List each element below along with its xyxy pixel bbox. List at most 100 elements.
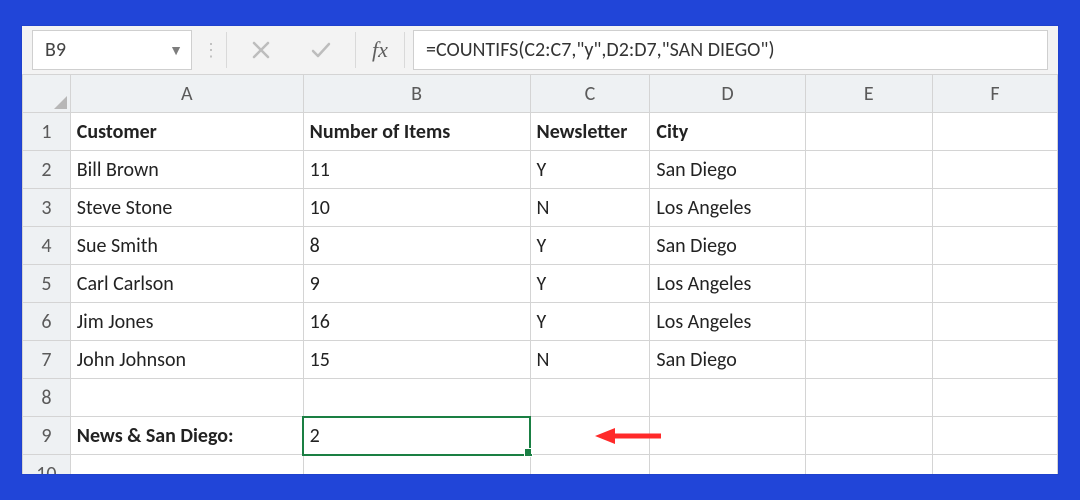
cell[interactable]: Y	[530, 265, 650, 303]
cell[interactable]	[932, 379, 1057, 417]
cell[interactable]	[932, 341, 1057, 379]
cell[interactable]	[805, 265, 932, 303]
cell-value: John Johnson	[77, 348, 186, 372]
cell[interactable]: Y	[530, 303, 650, 341]
name-box[interactable]: B9 ▼	[32, 30, 192, 70]
column-header-f[interactable]: F	[932, 75, 1057, 113]
x-icon	[249, 38, 273, 62]
cell-value: San Diego	[656, 348, 736, 372]
cell[interactable]: 2	[303, 417, 530, 455]
cell-value: Y	[537, 234, 547, 258]
cell[interactable]	[932, 455, 1057, 475]
cell[interactable]: Steve Stone	[70, 189, 303, 227]
cell[interactable]: Y	[530, 227, 650, 265]
cell[interactable]	[650, 417, 805, 455]
row-header[interactable]: 9	[23, 417, 71, 455]
cell[interactable]: San Diego	[650, 341, 805, 379]
chevron-down-icon[interactable]: ▼	[169, 42, 183, 59]
cell[interactable]: Jim Jones	[70, 303, 303, 341]
row-header[interactable]: 7	[23, 341, 71, 379]
cell[interactable]: John Johnson	[70, 341, 303, 379]
cell[interactable]	[805, 227, 932, 265]
cell-value: Y	[537, 158, 547, 182]
cell[interactable]	[805, 151, 932, 189]
cell[interactable]: Y	[530, 151, 650, 189]
cell[interactable]: Newsletter	[530, 113, 650, 151]
cell[interactable]: Los Angeles	[650, 189, 805, 227]
cell[interactable]	[805, 455, 932, 475]
cell-value: Carl Carlson	[77, 272, 174, 296]
cell[interactable]: 9	[303, 265, 530, 303]
cell[interactable]	[805, 341, 932, 379]
cell[interactable]	[303, 379, 530, 417]
cell-value: 2	[310, 424, 320, 448]
cell[interactable]	[932, 113, 1057, 151]
cell[interactable]: 16	[303, 303, 530, 341]
cell[interactable]: Los Angeles	[650, 303, 805, 341]
cell[interactable]	[70, 455, 303, 475]
cell-value: Sue Smith	[77, 234, 158, 258]
row-header[interactable]: 1	[23, 113, 71, 151]
cell[interactable]	[805, 113, 932, 151]
worksheet-grid[interactable]: A B C D E F 1CustomerNumber of ItemsNews…	[22, 74, 1058, 474]
column-header-e[interactable]: E	[805, 75, 932, 113]
drag-handle-icon[interactable]: ⋮	[200, 26, 222, 74]
cell[interactable]: Los Angeles	[650, 265, 805, 303]
cell[interactable]: San Diego	[650, 151, 805, 189]
cell[interactable]	[530, 379, 650, 417]
cell[interactable]: 11	[303, 151, 530, 189]
cell[interactable]	[932, 417, 1057, 455]
cell[interactable]: Number of Items	[303, 113, 530, 151]
cell[interactable]	[650, 379, 805, 417]
row-header[interactable]: 10	[23, 455, 71, 475]
cell[interactable]	[530, 455, 650, 475]
column-header-b[interactable]: B	[303, 75, 530, 113]
cell[interactable]: News & San Diego:	[70, 417, 303, 455]
cell[interactable]	[805, 303, 932, 341]
cell[interactable]	[932, 227, 1057, 265]
cell-value: San Diego	[656, 158, 736, 182]
cell[interactable]	[650, 455, 805, 475]
cell[interactable]	[303, 455, 530, 475]
cell[interactable]	[805, 379, 932, 417]
divider	[226, 32, 227, 68]
cell[interactable]	[805, 417, 932, 455]
column-header-a[interactable]: A	[70, 75, 303, 113]
cell[interactable]	[805, 189, 932, 227]
row-header[interactable]: 5	[23, 265, 71, 303]
cell[interactable]	[932, 151, 1057, 189]
row-header[interactable]: 4	[23, 227, 71, 265]
cell-value: N	[537, 348, 550, 372]
cell[interactable]: Carl Carlson	[70, 265, 303, 303]
row-header[interactable]: 8	[23, 379, 71, 417]
cancel-button[interactable]	[231, 26, 291, 74]
cell[interactable]: 8	[303, 227, 530, 265]
cell-value: Steve Stone	[77, 196, 173, 220]
row-header[interactable]: 2	[23, 151, 71, 189]
cell[interactable]: Bill Brown	[70, 151, 303, 189]
enter-button[interactable]	[291, 26, 351, 74]
cell[interactable]	[932, 189, 1057, 227]
insert-function-button[interactable]: fx	[360, 26, 400, 74]
cell[interactable]: San Diego	[650, 227, 805, 265]
cell[interactable]: N	[530, 189, 650, 227]
cell[interactable]: 10	[303, 189, 530, 227]
check-icon	[309, 38, 333, 62]
cell[interactable]: City	[650, 113, 805, 151]
cell[interactable]: N	[530, 341, 650, 379]
cell[interactable]	[932, 265, 1057, 303]
column-header-c[interactable]: C	[530, 75, 650, 113]
row-header[interactable]: 6	[23, 303, 71, 341]
cell[interactable]: Sue Smith	[70, 227, 303, 265]
cell[interactable]	[932, 303, 1057, 341]
select-all-corner[interactable]	[23, 75, 71, 113]
row-header[interactable]: 3	[23, 189, 71, 227]
formula-input[interactable]: =COUNTIFS(C2:C7,"y",D2:D7,"SAN DIEGO")	[413, 30, 1048, 70]
column-header-d[interactable]: D	[650, 75, 805, 113]
cell[interactable]: 15	[303, 341, 530, 379]
cell[interactable]	[70, 379, 303, 417]
formula-input-value: =COUNTIFS(C2:C7,"y",D2:D7,"SAN DIEGO")	[426, 38, 775, 62]
cell-value: 10	[310, 196, 330, 220]
cell[interactable]	[530, 417, 650, 455]
cell[interactable]: Customer	[70, 113, 303, 151]
